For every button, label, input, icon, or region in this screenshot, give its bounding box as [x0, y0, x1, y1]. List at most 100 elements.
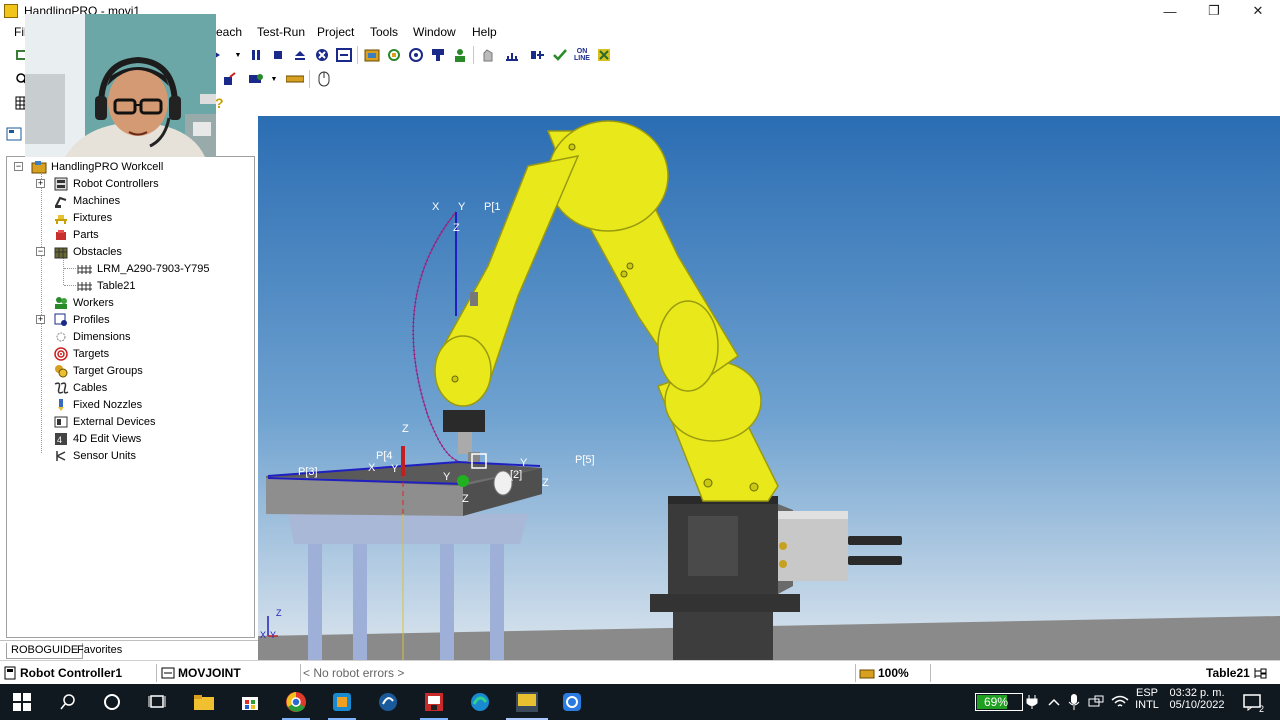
- ruler-icon[interactable]: [286, 71, 304, 87]
- battery-indicator[interactable]: 69%: [975, 693, 1023, 711]
- notifications-icon[interactable]: 2: [1240, 690, 1264, 714]
- cortana-icon[interactable]: [100, 690, 124, 714]
- stop-icon[interactable]: [270, 47, 286, 63]
- tree-item-machines[interactable]: Machines: [53, 192, 120, 209]
- tab-favorites[interactable]: Favorites: [73, 643, 126, 659]
- target-icon[interactable]: [408, 47, 424, 63]
- tree-item-sensor-units[interactable]: Sensor Units: [53, 447, 136, 464]
- tree-item-parts[interactable]: Parts: [53, 226, 99, 243]
- tree-item-target-groups[interactable]: Target Groups: [53, 362, 143, 379]
- edge-icon[interactable]: [468, 690, 492, 714]
- blue-app-icon[interactable]: [560, 690, 584, 714]
- power-plug-icon[interactable]: [1024, 690, 1040, 714]
- program-display-icon[interactable]: [336, 47, 352, 63]
- microphone-icon[interactable]: [1065, 690, 1083, 714]
- tcp-marker: [457, 475, 469, 487]
- snagit-icon[interactable]: [330, 690, 354, 714]
- menu-project[interactable]: Project: [317, 25, 354, 39]
- tree-item-external-devices[interactable]: External Devices: [53, 413, 156, 430]
- search-icon[interactable]: [56, 690, 80, 714]
- menu-tools[interactable]: Tools: [370, 25, 398, 39]
- controller-status[interactable]: Robot Controller1: [4, 665, 122, 681]
- tree-item-targets[interactable]: Targets: [53, 345, 109, 362]
- chevron-up-icon[interactable]: [1045, 690, 1063, 714]
- dimension-icon: [53, 330, 69, 344]
- selection-status[interactable]: Table21: [1206, 665, 1267, 681]
- zoom-status[interactable]: 100%: [859, 665, 909, 681]
- label-y: Y: [391, 463, 399, 475]
- label-z: Z: [462, 493, 469, 505]
- label-x: X: [432, 201, 440, 213]
- file-explorer-icon[interactable]: [192, 690, 216, 714]
- tree-item-fixed-nozzles[interactable]: Fixed Nozzles: [53, 396, 142, 413]
- cell-browser-icon[interactable]: [6, 126, 24, 144]
- store-icon[interactable]: [238, 690, 262, 714]
- eject-icon[interactable]: [292, 47, 308, 63]
- workcell-scene[interactable]: P[1 X Y Z Z P[3] P[4 X Y Y [2] Z Y P[5] …: [258, 116, 1280, 660]
- tree-item-label: Fixtures: [73, 211, 113, 224]
- measure-icon[interactable]: [504, 47, 520, 63]
- tree-item-4d-edit-views[interactable]: 4 4D Edit Views: [53, 430, 141, 447]
- handlingpro-taskbar-icon[interactable]: [514, 690, 540, 714]
- collision-icon[interactable]: [596, 47, 612, 63]
- tree-item-obstacles[interactable]: Obstacles: [53, 243, 122, 260]
- edge-legacy-icon[interactable]: [376, 690, 400, 714]
- camera-view-icon[interactable]: [248, 71, 264, 87]
- tree-item-label: Target Groups: [73, 364, 143, 377]
- restore-button[interactable]: ❐: [1192, 0, 1236, 22]
- abort-icon[interactable]: [314, 47, 330, 63]
- tree-item-profiles[interactable]: Profiles: [53, 311, 110, 328]
- tree-item-fixtures[interactable]: Fixtures: [53, 209, 112, 226]
- robot-jog-icon[interactable]: [222, 71, 238, 87]
- tree-connector: [63, 257, 64, 285]
- task-view-icon[interactable]: [145, 690, 169, 714]
- mouse-icon[interactable]: [316, 71, 332, 87]
- tree-item-obstacle-lrm[interactable]: LRM_A290-7903-Y795: [77, 260, 210, 277]
- cell-browser-icon[interactable]: [364, 47, 380, 63]
- menu-window[interactable]: Window: [413, 25, 456, 39]
- windows-start-icon[interactable]: [10, 690, 34, 714]
- language-indicator[interactable]: ESP INTL: [1134, 687, 1160, 711]
- teach-pendant-icon[interactable]: [430, 47, 446, 63]
- network-icon[interactable]: [1087, 690, 1105, 714]
- menu-help[interactable]: Help: [472, 25, 497, 39]
- tree-root[interactable]: HandlingPRO Workcell: [31, 158, 163, 175]
- clock[interactable]: 03:32 p. m. 05/10/2022: [1164, 687, 1230, 711]
- expand-robot-controllers-toggle[interactable]: +: [36, 179, 45, 188]
- expand-obstacles-toggle[interactable]: −: [36, 247, 45, 256]
- hand-tool-icon[interactable]: [480, 47, 496, 63]
- tab-roboguide[interactable]: ROBOGUIDE: [6, 643, 84, 659]
- motion-status[interactable]: MOVJOINT: [161, 665, 241, 681]
- os-taskbar: 69% ESP INTL 03:32 p. m. 05/10/2022 2: [0, 684, 1280, 720]
- status-separator: [156, 664, 157, 682]
- tree-item-label: External Devices: [73, 415, 156, 428]
- menu-test-run[interactable]: Test-Run: [257, 25, 305, 39]
- minimize-button[interactable]: —: [1148, 0, 1192, 22]
- expand-root-toggle[interactable]: −: [14, 162, 23, 171]
- check-icon[interactable]: [552, 47, 568, 63]
- io-panel-icon[interactable]: [530, 47, 546, 63]
- online-icon[interactable]: ON LINE: [572, 47, 592, 63]
- refresh-icon[interactable]: [386, 47, 402, 63]
- label-y: Y: [520, 457, 528, 469]
- tree-item-label: Obstacles: [73, 245, 122, 258]
- wifi-icon[interactable]: [1110, 690, 1130, 714]
- tree-item-workers[interactable]: Workers: [53, 294, 114, 311]
- 3d-viewport[interactable]: P[1 X Y Z Z P[3] P[4 X Y Y [2] Z Y P[5] …: [258, 116, 1280, 660]
- menu-teach[interactable]: each: [216, 25, 242, 39]
- robot-user-icon[interactable]: [452, 47, 468, 63]
- tree-item-robot-controllers[interactable]: Robot Controllers: [53, 175, 159, 192]
- roboguide-app-icon[interactable]: [422, 690, 446, 714]
- tree-item-dimensions[interactable]: Dimensions: [53, 328, 130, 345]
- expand-profiles-toggle[interactable]: +: [36, 315, 45, 324]
- label-z: Z: [453, 222, 460, 234]
- camera-dropdown-icon[interactable]: ▼: [266, 71, 282, 87]
- close-button[interactable]: ✕: [1236, 0, 1280, 22]
- run-dropdown-icon[interactable]: ▼: [230, 47, 246, 63]
- target-group-icon: [53, 364, 69, 378]
- tree-item-obstacle-table21[interactable]: Table21: [77, 277, 136, 294]
- tree-item-label: Parts: [73, 228, 99, 241]
- tree-item-cables[interactable]: Cables: [53, 379, 107, 396]
- chrome-icon[interactable]: [284, 690, 308, 714]
- pause-icon[interactable]: [248, 47, 264, 63]
